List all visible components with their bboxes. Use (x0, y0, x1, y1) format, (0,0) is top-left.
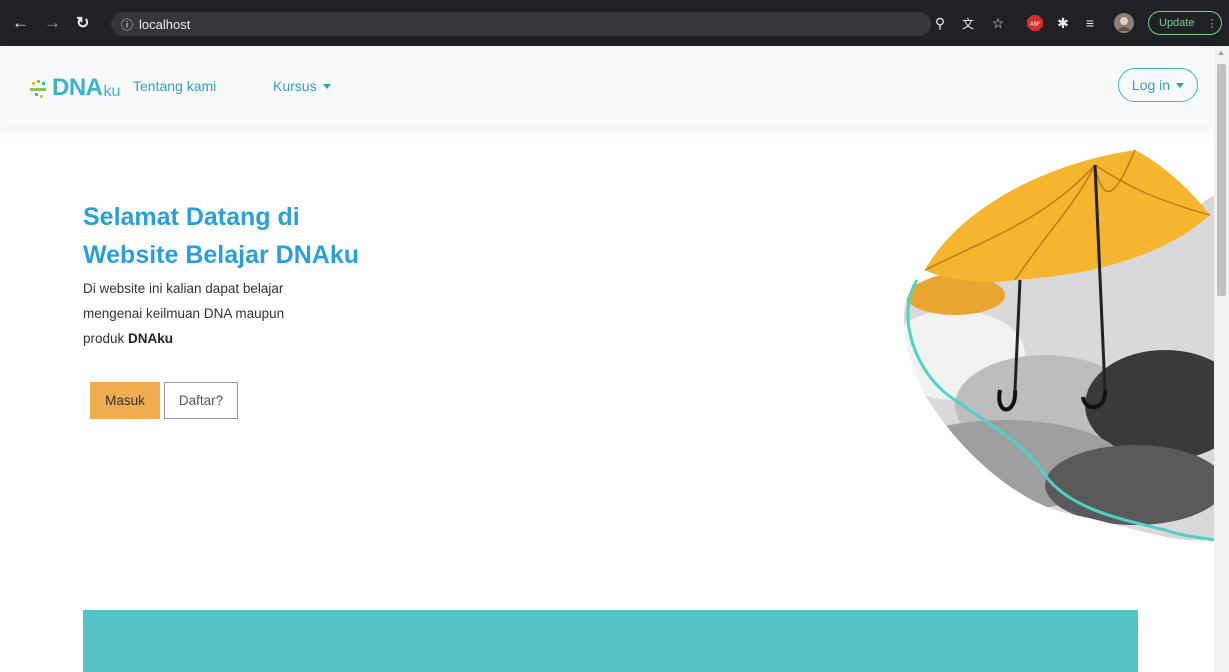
scroll-up-icon[interactable] (1218, 51, 1224, 55)
reload-icon[interactable]: ↻ (76, 11, 89, 35)
page-scrollbar[interactable] (1214, 46, 1229, 672)
back-icon[interactable]: ← (12, 11, 29, 35)
scrollbar-thumb[interactable] (1217, 64, 1226, 296)
hero-title-line1: Selamat Datang di (83, 203, 300, 231)
hero-desc-prefix: produk (83, 331, 129, 346)
update-label: Update (1159, 17, 1195, 29)
key-icon[interactable]: ⚲ (930, 13, 950, 33)
forward-icon[interactable]: → (44, 11, 61, 35)
hero-desc-line3: produk DNAku (83, 326, 363, 351)
logo-suffix: ku (103, 83, 121, 100)
reading-list-icon[interactable]: ≡ (1080, 13, 1100, 33)
hero-description: Di website ini kalian dapat belajar meng… (83, 276, 363, 351)
site-logo[interactable]: DNA ku (30, 72, 120, 100)
translate-icon[interactable]: 文 (958, 13, 978, 33)
nav-courses-label: Kursus (273, 78, 317, 94)
nav-dropdown-courses[interactable]: Kursus (273, 78, 331, 94)
info-icon[interactable]: ⓘ (121, 16, 133, 33)
star-icon[interactable]: ☆ (988, 13, 1008, 33)
update-button[interactable]: Update ⋮ (1148, 11, 1222, 35)
url-text: localhost (139, 16, 191, 32)
svg-text:ABP: ABP (1030, 22, 1040, 28)
login-label: Log in (1131, 77, 1171, 93)
masuk-button[interactable]: Masuk (90, 382, 160, 419)
chevron-down-icon (1176, 82, 1185, 88)
kebab-menu-icon[interactable]: ⋮ (1206, 17, 1217, 30)
hero-desc-line2: mengenai keilmuan DNA maupun (83, 306, 285, 321)
hero-title-line2: Website Belajar DNAku (83, 241, 360, 269)
logo-text: DNA (52, 74, 103, 101)
address-bar[interactable]: ⓘ localhost (111, 12, 931, 36)
umbrella-hero-image (904, 149, 1215, 542)
hero-desc-brand: DNAku (128, 331, 174, 346)
nav-link-about[interactable]: Tentang kami (133, 78, 216, 94)
teal-section-band (83, 610, 1138, 672)
puzzle-icon[interactable]: ✱ (1053, 13, 1073, 33)
browser-toolbar: ← → ↻ ⓘ localhost ⚲ 文 ☆ ABP ✱ ≡ Update ⋮ (0, 0, 1229, 46)
hero-title: Selamat Datang di Website Belajar DNAku (83, 198, 423, 274)
hero-desc-line1: Di website ini kalian dapat belajar (83, 281, 284, 296)
chevron-down-icon (322, 84, 331, 89)
daftar-button[interactable]: Daftar? (164, 382, 238, 419)
dna-logo-icon (30, 80, 46, 98)
login-dropdown-button[interactable]: Log in (1118, 68, 1198, 102)
profile-avatar[interactable] (1114, 13, 1134, 33)
site-navbar: DNA ku Tentang kami Kursus Log in (0, 46, 1214, 126)
adblock-icon[interactable]: ABP (1025, 13, 1045, 33)
